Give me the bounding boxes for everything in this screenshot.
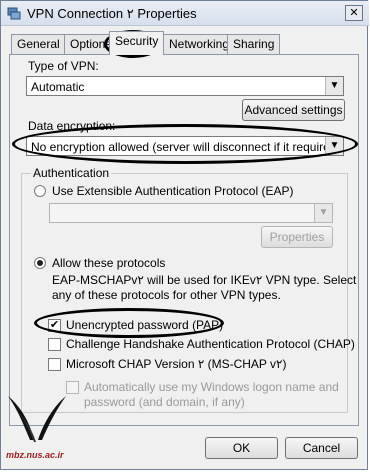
mschap-checkbox[interactable] (48, 358, 61, 371)
vpn-type-value: Automatic (31, 80, 85, 94)
window-title: VPN Connection ۲ Properties (27, 6, 197, 21)
encryption-label: Data encryption: (28, 119, 116, 133)
tab-general[interactable]: General (11, 34, 66, 54)
eap-radio[interactable] (34, 185, 46, 197)
chevron-down-icon: ▼ (314, 204, 332, 222)
auto-logon-line1: Automatically use my Windows logon name … (84, 380, 339, 394)
chevron-down-icon: ▼ (325, 137, 343, 155)
cancel-label: Cancel (302, 441, 341, 455)
ok-label: OK (232, 441, 251, 455)
pap-checkbox[interactable]: ✔ (48, 319, 61, 332)
close-button[interactable]: ✕ (345, 5, 363, 21)
chap-label: Challenge Handshake Authentication Proto… (66, 337, 355, 351)
tab-security[interactable]: Security (109, 31, 165, 55)
eap-method-select[interactable]: ▼ (49, 203, 333, 223)
encryption-value: No encryption allowed (server will disco… (31, 140, 344, 154)
chevron-down-icon: ▼ (325, 77, 343, 95)
close-icon: ✕ (349, 7, 359, 19)
allow-protocols-radio[interactable] (34, 257, 46, 269)
tab-options-label: Options (70, 37, 112, 51)
encryption-select[interactable]: No encryption allowed (server will disco… (26, 136, 344, 156)
tab-sharing-label: Sharing (233, 37, 275, 51)
watermark-text: mbz.nus.ac.ir (6, 450, 64, 460)
advanced-settings-label: Advanced settings (244, 103, 343, 117)
vpn-type-select[interactable]: Automatic ▼ (26, 76, 344, 96)
checkmark-icon: ✔ (49, 319, 60, 331)
eap-properties-label: Properties (269, 230, 325, 244)
protocol-note-line2: any of these protocols for other VPN typ… (52, 288, 281, 302)
mschap-label: Microsoft CHAP Version ۲ (MS-CHAP v۲) (66, 357, 287, 371)
protocol-note-line1: EAP-MSCHAPv۲ will be used for IKEv۲ VPN … (52, 273, 357, 287)
tab-networking-label: Networking (169, 37, 230, 51)
eap-properties-button[interactable]: Properties (261, 226, 333, 248)
auto-logon-line2: password (and domain, if any) (84, 395, 245, 409)
tab-security-label: Security (115, 34, 159, 48)
tab-general-label: General (17, 37, 60, 51)
ok-button[interactable]: OK (205, 437, 278, 459)
tab-networking[interactable]: Networking (163, 34, 236, 54)
tab-sharing[interactable]: Sharing (227, 34, 281, 54)
vpn-type-label: Type of VPN: (28, 59, 99, 73)
chap-checkbox[interactable] (48, 338, 61, 351)
eap-label: Use Extensible Authentication Protocol (… (52, 184, 294, 198)
watermark-logo (8, 396, 66, 442)
network-connection-icon (7, 7, 21, 20)
pap-label: Unencrypted password (PAP) (66, 318, 224, 332)
authentication-legend: Authentication (31, 166, 112, 180)
allow-protocols-label: Allow these protocols (52, 256, 166, 270)
title-bar: VPN Connection ۲ Properties ✕ (1, 1, 369, 26)
advanced-settings-button[interactable]: Advanced settings (242, 99, 345, 121)
cancel-button[interactable]: Cancel (285, 437, 358, 459)
